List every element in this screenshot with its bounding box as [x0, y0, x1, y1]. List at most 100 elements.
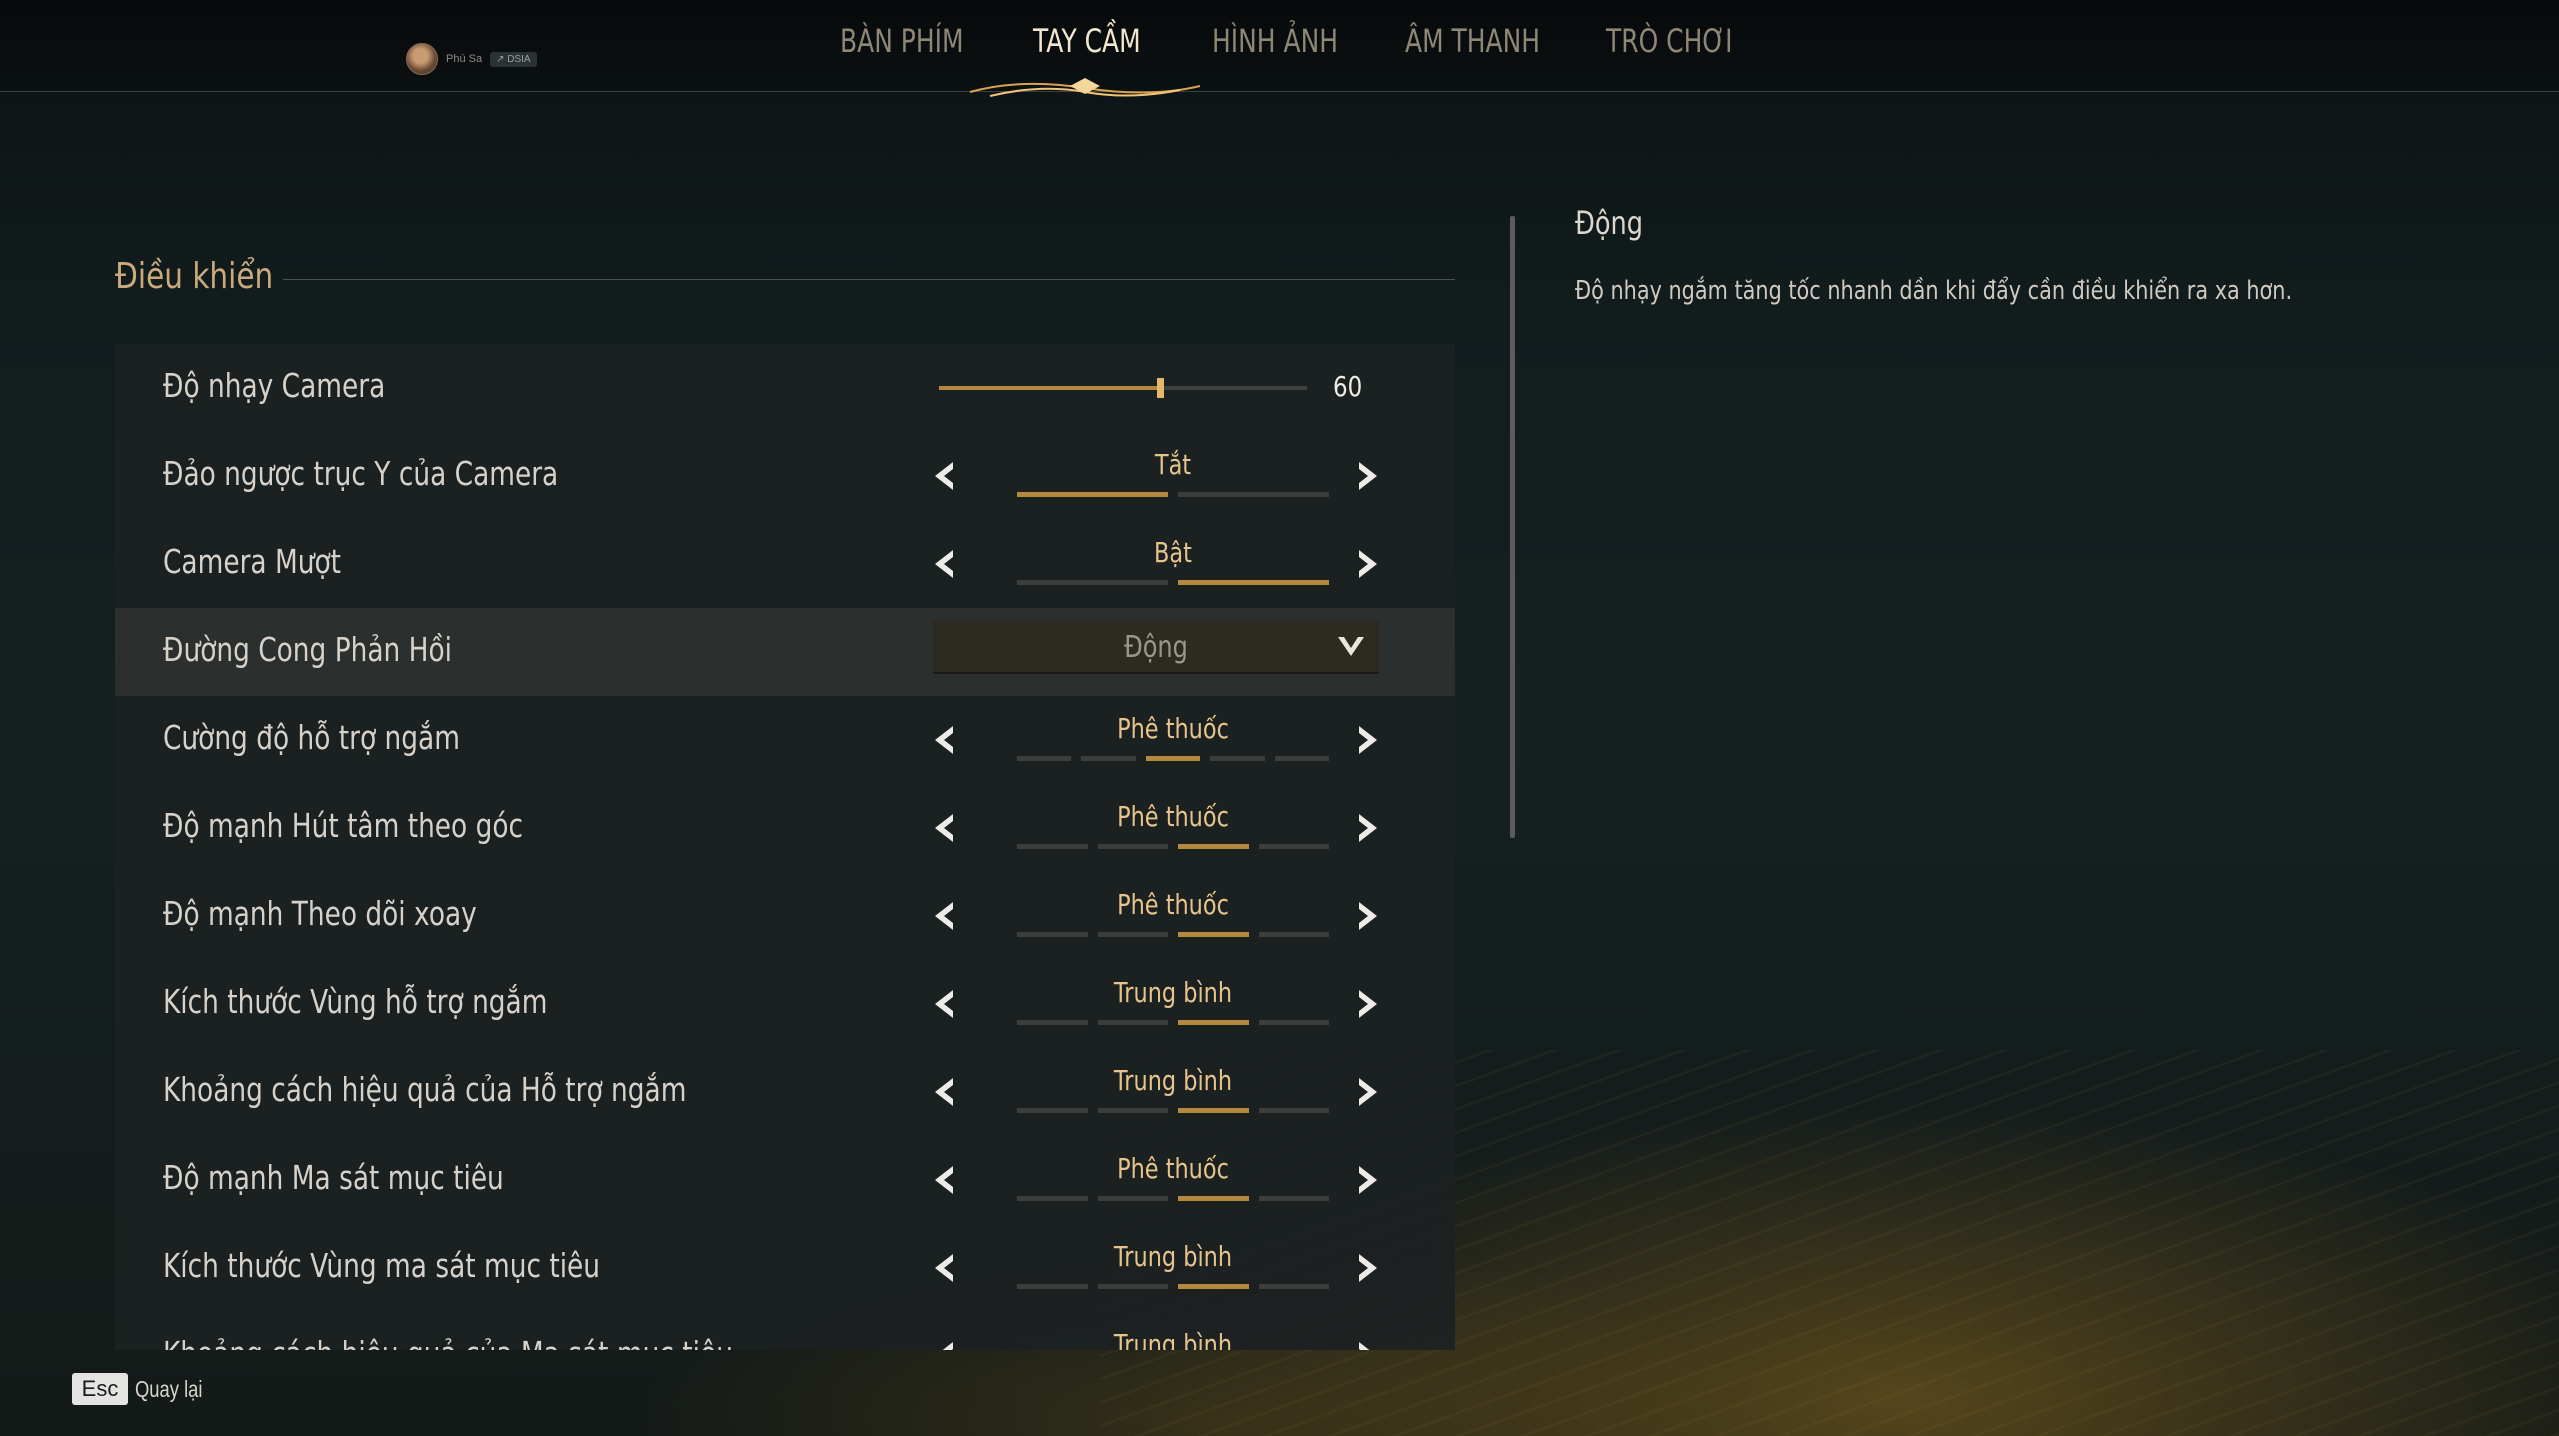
value-segment	[1178, 932, 1249, 937]
value-segment	[1017, 1020, 1088, 1025]
setting-label: Độ mạnh Theo dõi xoay	[163, 894, 477, 933]
chevron-right-icon[interactable]	[1347, 896, 1387, 936]
setting-aim-assist-strength[interactable]: Cường độ hỗ trợ ngắm Phê thuốc	[115, 696, 1455, 784]
setting-rotation-strength[interactable]: Độ mạnh Theo dõi xoay Phê thuốc	[115, 872, 1455, 960]
value-segment	[1017, 844, 1088, 849]
camera-sensitivity-slider[interactable]	[939, 378, 1307, 398]
setting-aim-effective-range[interactable]: Khoảng cách hiệu quả của Hỗ trợ ngắm Tru…	[115, 1048, 1455, 1136]
value-segment	[1097, 1196, 1168, 1201]
value-segment	[1178, 1108, 1249, 1113]
setting-label: Khoảng cách hiệu quả của Ma sát mục tiêu	[163, 1334, 733, 1350]
chevron-right-icon[interactable]	[1347, 1072, 1387, 1112]
response-curve-dropdown[interactable]: Động	[933, 620, 1379, 674]
slider-handle[interactable]	[1156, 378, 1164, 398]
setting-snap-strength[interactable]: Độ mạnh Hút tâm theo góc Phê thuốc	[115, 784, 1455, 872]
top-bar: Phú Sa ↗ DSIA BÀN PHÍM TAY CẦM HÌNH ẢNH …	[0, 0, 2559, 97]
chevron-right-icon[interactable]	[1347, 544, 1387, 584]
value-segment	[1258, 844, 1329, 849]
chevron-right-icon[interactable]	[1347, 1160, 1387, 1200]
tab-graphics[interactable]: HÌNH ẢNH	[1212, 22, 1338, 60]
value-segment	[1145, 756, 1201, 761]
setting-label: Đường Cong Phản Hồi	[163, 630, 452, 669]
slider-value: 60	[1333, 370, 1363, 403]
setting-friction-zone-size[interactable]: Kích thước Vùng ma sát mục tiêu Trung bì…	[115, 1224, 1455, 1312]
setting-label: Khoảng cách hiệu quả của Hỗ trợ ngắm	[163, 1070, 687, 1109]
chevron-left-icon[interactable]	[925, 984, 965, 1024]
chevron-left-icon[interactable]	[925, 1160, 965, 1200]
setting-aim-zone-size[interactable]: Kích thước Vùng hỗ trợ ngắm Trung bình	[115, 960, 1455, 1048]
description-title: Động	[1575, 204, 1643, 242]
setting-value: Trung bình	[1113, 1064, 1233, 1097]
chevron-left-icon[interactable]	[925, 1072, 965, 1112]
value-segment	[1178, 1284, 1249, 1289]
setting-friction-range[interactable]: Khoảng cách hiệu quả của Ma sát mục tiêu…	[115, 1312, 1455, 1350]
value-segment	[1178, 492, 1329, 497]
chevron-right-icon[interactable]	[1347, 808, 1387, 848]
setting-label: Camera Mượt	[163, 542, 342, 581]
active-tab-ornament-icon	[969, 78, 1201, 97]
value-segment	[1258, 1108, 1329, 1113]
value-segment	[1178, 1020, 1249, 1025]
value-indicator	[1017, 492, 1329, 498]
setting-value: Bật	[1154, 536, 1192, 569]
tab-gameplay[interactable]: TRÒ CHƠI	[1606, 22, 1733, 60]
setting-label: Kích thước Vùng ma sát mục tiêu	[163, 1246, 601, 1285]
tab-keyboard[interactable]: BÀN PHÍM	[840, 22, 964, 60]
chevron-left-icon[interactable]	[925, 456, 965, 496]
value-indicator	[1017, 1284, 1329, 1290]
chevron-down-icon	[1338, 637, 1364, 656]
value-segment	[1017, 580, 1168, 585]
value-segment	[1017, 1196, 1088, 1201]
value-segment	[1178, 844, 1249, 849]
setting-label: Độ mạnh Hút tâm theo góc	[163, 806, 524, 845]
chevron-left-icon[interactable]	[925, 1248, 965, 1288]
value-segment	[1017, 492, 1168, 497]
chevron-right-icon[interactable]	[1347, 456, 1387, 496]
value-segment	[1097, 844, 1168, 849]
back-label: Quay lại	[135, 1376, 203, 1402]
setting-label: Đảo ngược trục Y của Camera	[163, 454, 559, 493]
chevron-left-icon[interactable]	[925, 896, 965, 936]
description-text: Độ nhạy ngắm tăng tốc nhanh dần khi đẩy …	[1575, 276, 2293, 306]
setting-value: Phê thuốc	[1117, 1152, 1229, 1185]
value-segment	[1258, 1196, 1329, 1201]
chevron-right-icon[interactable]	[1347, 1248, 1387, 1288]
dropdown-value: Động	[1124, 630, 1188, 665]
value-segment	[1258, 932, 1329, 937]
back-key-button[interactable]: Esc	[72, 1373, 128, 1405]
setting-value: Phê thuốc	[1117, 888, 1229, 921]
settings-scrollbar[interactable]	[1510, 216, 1515, 838]
value-segment	[1097, 1284, 1168, 1289]
value-indicator	[1017, 756, 1330, 762]
value-segment	[1081, 756, 1136, 761]
setting-value: Phê thuốc	[1117, 800, 1229, 833]
chevron-left-icon[interactable]	[925, 1336, 965, 1350]
chevron-right-icon[interactable]	[1347, 720, 1387, 760]
setting-invert-y[interactable]: Đảo ngược trục Y của Camera Tắt	[115, 432, 1455, 520]
setting-friction-strength[interactable]: Độ mạnh Ma sát mục tiêu Phê thuốc	[115, 1136, 1455, 1224]
setting-response-curve[interactable]: Đường Cong Phản Hồi Động	[115, 608, 1455, 696]
section-divider	[283, 279, 1455, 280]
chevron-left-icon[interactable]	[925, 544, 965, 584]
value-segment	[1258, 1020, 1329, 1025]
value-segment	[1210, 756, 1265, 761]
value-segment	[1097, 932, 1168, 937]
chevron-left-icon[interactable]	[925, 720, 965, 760]
value-segment	[1017, 932, 1088, 937]
chevron-right-icon[interactable]	[1347, 1336, 1387, 1350]
chevron-right-icon[interactable]	[1347, 984, 1387, 1024]
chevron-left-icon[interactable]	[925, 808, 965, 848]
setting-value: Tắt	[1154, 448, 1192, 481]
tab-controller[interactable]: TAY CẦM	[1033, 22, 1141, 60]
value-indicator	[1017, 1108, 1329, 1114]
setting-smooth-camera[interactable]: Camera Mượt Bật	[115, 520, 1455, 608]
value-indicator	[1017, 1196, 1329, 1202]
setting-label: Kích thước Vùng hỗ trợ ngắm	[163, 982, 548, 1021]
setting-camera-sensitivity[interactable]: Độ nhạy Camera 60	[115, 344, 1455, 432]
value-segment	[1017, 1108, 1088, 1113]
tab-audio[interactable]: ÂM THANH	[1405, 22, 1540, 60]
value-segment	[1274, 756, 1330, 761]
value-indicator	[1017, 932, 1329, 938]
value-segment	[1017, 756, 1072, 761]
setting-label: Cường độ hỗ trợ ngắm	[163, 718, 460, 757]
